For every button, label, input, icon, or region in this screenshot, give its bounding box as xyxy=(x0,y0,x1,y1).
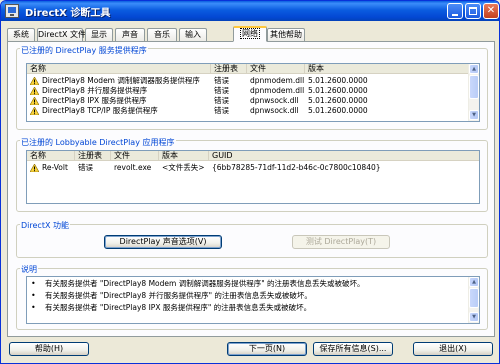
window-title: DirectX 诊断工具 xyxy=(25,8,111,19)
scroll-up-icon[interactable]: ▲ xyxy=(469,277,479,287)
dxdiag-app-icon xyxy=(5,4,19,18)
minimize-button[interactable] xyxy=(447,3,463,19)
network-tab-panel: 已注册的 DirectPlay 服务提供程序 名称 注册表 文件 版本 Dire… xyxy=(7,41,495,337)
warning-icon xyxy=(30,107,39,115)
provider-registry: 错误 xyxy=(214,96,229,105)
note-item: 有关服务提供者 "DirectPlay8 Modem 调制解调器服务提供程序" … xyxy=(31,279,365,289)
close-button[interactable]: ✕ xyxy=(483,3,499,19)
provider-row[interactable]: DirectPlay8 Modem 调制解调器服务提供程序 错误 dpnmode… xyxy=(27,76,470,86)
app-registry: 错误 xyxy=(78,163,93,172)
provider-file: dpnwsock.dll xyxy=(250,96,299,105)
scroll-down-icon[interactable]: ▼ xyxy=(469,110,479,120)
provider-file: dpnmodem.dll xyxy=(250,86,305,95)
provider-registry: 错误 xyxy=(214,106,229,115)
scroll-thumb[interactable] xyxy=(469,288,479,308)
lobbyable-header: 名称 注册表 文件 版本 GUID xyxy=(27,151,479,161)
app-file: revolt.exe xyxy=(114,163,152,172)
notes-scrollbar[interactable]: ▲ ▼ xyxy=(468,277,479,323)
provider-file: dpnwsock.dll xyxy=(250,106,299,115)
close-icon: ✕ xyxy=(486,5,496,16)
provider-name: DirectPlay8 并行服务提供程序 xyxy=(42,86,148,95)
test-directplay-button[interactable]: 测试 DirectPlay(T) xyxy=(292,235,390,249)
note-item: 有关服务提供者 "DirectPlay8 并行服务提供程序" 的注册表信息丢失或… xyxy=(31,291,312,301)
save-all-info-button[interactable]: 保存所有信息(S)... xyxy=(313,342,393,356)
provider-version: 5.01.2600.0000 xyxy=(308,96,368,105)
help-button[interactable]: 帮助(H) xyxy=(9,342,89,356)
tab-display[interactable]: 显示 xyxy=(85,28,113,41)
provider-row[interactable]: DirectPlay8 TCP/IP 服务提供程序 错误 dpnwsock.dl… xyxy=(27,106,470,116)
notes-title: 说明 xyxy=(20,264,38,275)
provider-row[interactable]: DirectPlay8 并行服务提供程序 错误 dpnmodem.dll 5.0… xyxy=(27,86,470,96)
col-version[interactable]: 版本 xyxy=(305,64,470,74)
provider-registry: 错误 xyxy=(214,76,229,85)
provider-name: DirectPlay8 TCP/IP 服务提供程序 xyxy=(42,106,158,115)
note-item: 有关服务提供者 "DirectPlay8 IPX 服务提供程序" 的注册表信息丢… xyxy=(31,303,311,313)
maximize-icon xyxy=(469,7,477,15)
provider-row[interactable]: DirectPlay8 IPX 服务提供程序 错误 dpnwsock.dll 5… xyxy=(27,96,470,106)
title-bar[interactable]: DirectX 诊断工具 ✕ xyxy=(1,1,499,21)
col-file[interactable]: 文件 xyxy=(111,151,159,161)
provider-name: DirectPlay8 Modem 调制解调器服务提供程序 xyxy=(42,76,200,85)
tab-more-help[interactable]: 其他帮助 xyxy=(267,28,305,41)
app-guid: {6bb78285-71df-11d2-b46c-0c7800c10840} xyxy=(212,163,381,172)
scroll-down-icon[interactable]: ▼ xyxy=(469,312,479,322)
tab-input[interactable]: 输入 xyxy=(179,28,207,41)
tab-network[interactable]: 网络 xyxy=(233,26,267,42)
lobbyable-row[interactable]: Re-Volt 错误 revolt.exe <文件丢失> {6bb78285-7… xyxy=(27,163,479,173)
providers-listview[interactable]: 名称 注册表 文件 版本 DirectPlay8 Modem 调制解调器服务提供… xyxy=(26,63,480,122)
warning-icon xyxy=(30,87,39,95)
col-file[interactable]: 文件 xyxy=(247,64,305,74)
tab-directx-files[interactable]: DirectX 文件 xyxy=(37,28,86,41)
providers-scrollbar[interactable]: ▲ ▼ xyxy=(468,64,479,121)
provider-version: 5.01.2600.0000 xyxy=(308,106,368,115)
lobbyable-listview[interactable]: 名称 注册表 文件 版本 GUID Re-Volt 错误 revolt.exe … xyxy=(26,150,480,204)
providers-title: 已注册的 DirectPlay 服务提供程序 xyxy=(20,45,148,56)
directx-features-group xyxy=(16,224,488,258)
tab-music[interactable]: 音乐 xyxy=(147,28,177,41)
warning-icon xyxy=(30,77,39,85)
scroll-up-icon[interactable]: ▲ xyxy=(469,64,479,74)
app-name: Re-Volt xyxy=(42,163,68,172)
providers-header: 名称 注册表 文件 版本 xyxy=(27,64,470,74)
scroll-thumb[interactable] xyxy=(469,75,479,99)
exit-button[interactable]: 退出(X) xyxy=(413,342,493,356)
col-version[interactable]: 版本 xyxy=(159,151,209,161)
dxdiag-window: DirectX 诊断工具 ✕ 系统 DirectX 文件 显示 声音 音乐 输入… xyxy=(0,0,500,364)
lobbyable-title: 已注册的 Lobbyable DirectPlay 应用程序 xyxy=(20,137,176,148)
col-name[interactable]: 名称 xyxy=(27,151,75,161)
col-guid[interactable]: GUID xyxy=(209,151,479,161)
provider-version: 5.01.2600.0000 xyxy=(308,76,368,85)
provider-name: DirectPlay8 IPX 服务提供程序 xyxy=(42,96,147,105)
col-registry[interactable]: 注册表 xyxy=(75,151,111,161)
provider-version: 5.01.2600.0000 xyxy=(308,86,368,95)
warning-icon xyxy=(30,97,39,105)
col-name[interactable]: 名称 xyxy=(27,64,211,74)
provider-registry: 错误 xyxy=(214,86,229,95)
directplay-voice-options-button[interactable]: DirectPlay 声音选项(V) xyxy=(104,235,222,249)
tab-sound[interactable]: 声音 xyxy=(115,28,145,41)
next-page-button[interactable]: 下一页(N) xyxy=(227,342,307,356)
warning-icon xyxy=(30,164,39,172)
notes-list[interactable]: 有关服务提供者 "DirectPlay8 Modem 调制解调器服务提供程序" … xyxy=(26,276,480,324)
col-registry[interactable]: 注册表 xyxy=(211,64,247,74)
minimize-icon xyxy=(452,14,458,16)
app-version: <文件丢失> xyxy=(162,163,205,172)
directx-features-title: DirectX 功能 xyxy=(20,220,70,231)
tab-system[interactable]: 系统 xyxy=(7,28,35,41)
provider-file: dpnmodem.dll xyxy=(250,76,305,85)
maximize-button[interactable] xyxy=(465,3,481,19)
